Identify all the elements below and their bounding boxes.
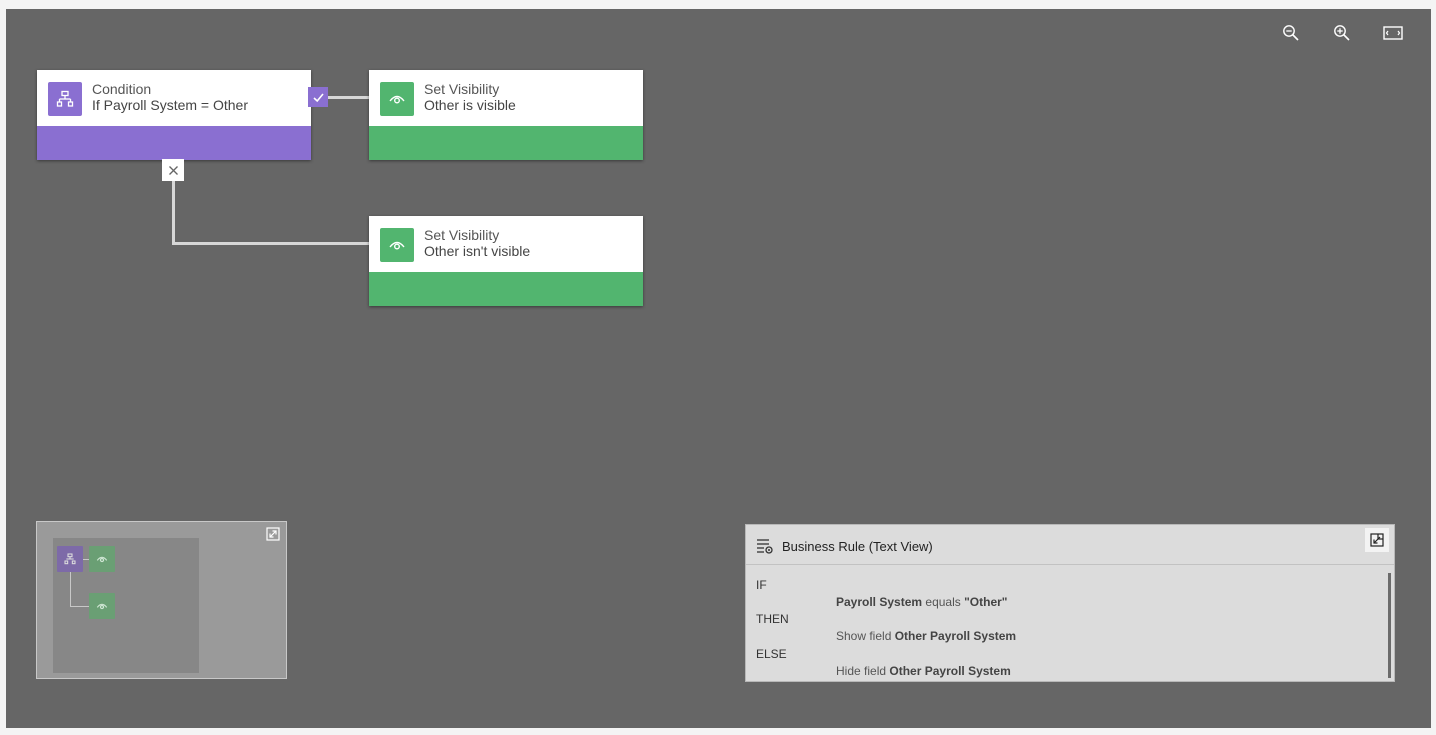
collapse-icon [1370,533,1384,547]
minimap-condition-node [57,546,83,572]
condition-node-footer [37,126,311,160]
expand-icon [266,527,280,541]
eye-icon [380,82,414,116]
false-branch-badge[interactable] [162,159,184,181]
text-view-scrollbar[interactable] [1388,573,1391,678]
if-operator: equals [925,595,961,609]
hidden-node-subtitle: Other isn't visible [424,243,531,259]
condition-node[interactable]: Condition If Payroll System = Other [37,70,311,160]
if-label: IF [756,578,767,592]
minimap-visible-node [89,546,115,572]
condition-branch-icon [64,553,76,565]
minimap-connector-false-h [70,606,89,607]
fit-to-screen-button[interactable] [1381,21,1405,45]
text-view-collapse-button[interactable] [1365,528,1389,552]
true-branch-connector [328,96,369,99]
business-rule-text-view: Business Rule (Text View) IF Payroll Sys… [745,524,1395,682]
set-visibility-hidden-node[interactable]: Set Visibility Other isn't visible [369,216,643,306]
then-field: Other Payroll System [894,629,1017,643]
text-view-title: Business Rule (Text View) [782,539,933,554]
zoom-in-button[interactable] [1330,21,1354,45]
zoom-in-icon [1334,25,1350,41]
eye-icon [380,228,414,262]
condition-branch-icon [48,82,82,116]
minimap-connector-false-v [70,572,71,606]
text-view-header: Business Rule (Text View) [746,525,1394,565]
false-branch-connector-vertical [172,179,175,245]
close-icon [168,165,178,175]
visible-node-title: Set Visibility [424,81,500,97]
zoom-out-button[interactable] [1279,21,1303,45]
else-action: Hide field [836,664,887,678]
zoom-out-icon [1283,25,1299,41]
minimap[interactable] [36,521,287,679]
designer-canvas[interactable]: Condition If Payroll System = Other Set … [6,9,1431,728]
checkmark-icon [312,92,324,102]
if-value: "Other" [964,595,1008,609]
eye-icon [96,603,108,610]
else-label: ELSE [756,647,787,661]
then-label: THEN [756,612,789,626]
then-action-line: Show field Other Payroll System [836,629,1016,643]
if-condition-line: Payroll System equals "Other" [836,595,1008,609]
else-field: Other Payroll System [889,664,1011,678]
hidden-node-footer [369,272,643,306]
visible-node-footer [369,126,643,160]
fit-to-screen-icon [1383,26,1403,40]
rule-list-icon [757,539,773,554]
else-action-line: Hide field Other Payroll System [836,664,1011,678]
text-view-body: IF Payroll System equals "Other" THEN Sh… [746,566,1394,681]
condition-node-subtitle: If Payroll System = Other [92,97,248,113]
false-branch-connector-horizontal [172,242,369,245]
hidden-node-title: Set Visibility [424,227,500,243]
eye-icon [96,556,108,563]
minimap-expand-button[interactable] [266,527,280,541]
then-action: Show field [836,629,892,643]
true-branch-badge[interactable] [308,87,328,107]
set-visibility-visible-node[interactable]: Set Visibility Other is visible [369,70,643,160]
minimap-hidden-node [89,593,115,619]
if-field: Payroll System [836,595,923,609]
condition-node-title: Condition [92,81,152,97]
visible-node-subtitle: Other is visible [424,97,516,113]
